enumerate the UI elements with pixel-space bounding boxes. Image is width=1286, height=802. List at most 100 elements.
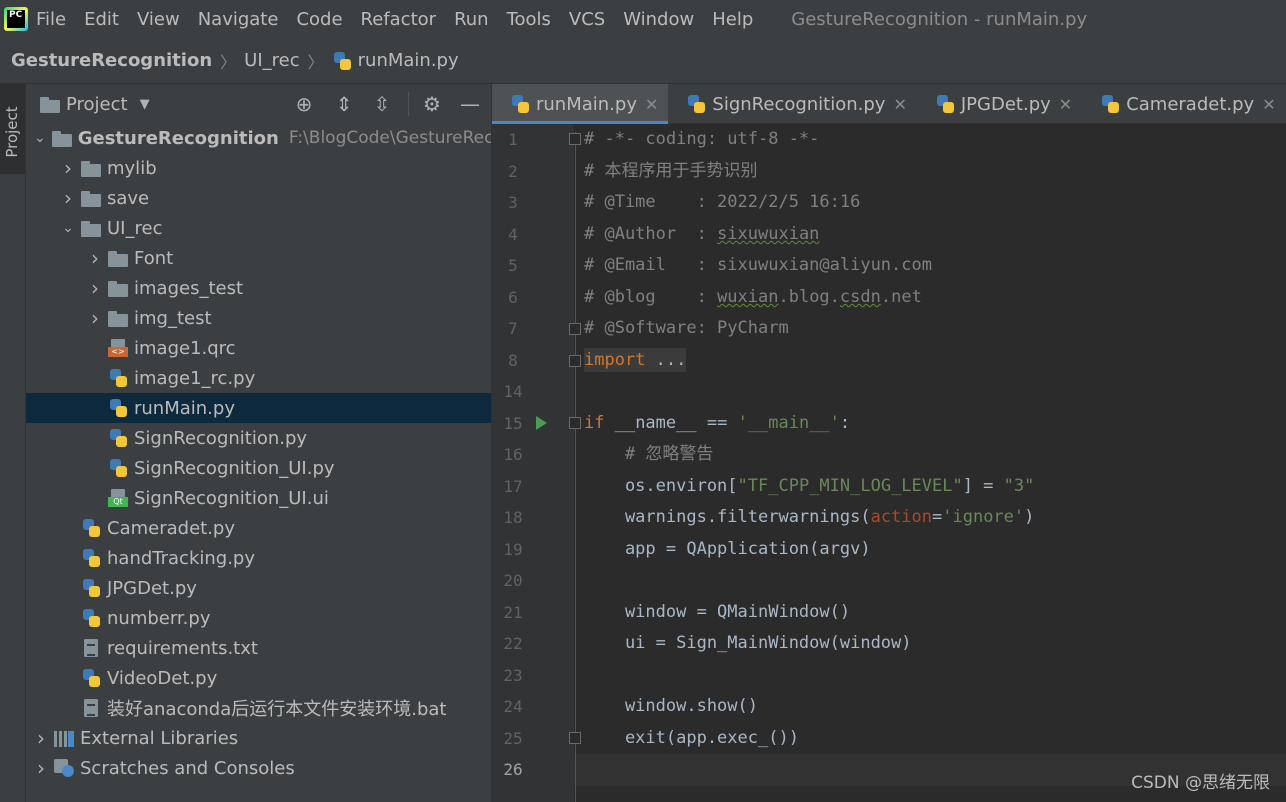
code-line-5: # @Email : sixuwuxian@aliyun.com	[584, 255, 932, 275]
python-file-icon	[935, 95, 955, 113]
fold-icon[interactable]	[569, 417, 581, 429]
close-icon[interactable]: ✕	[893, 95, 906, 114]
close-icon[interactable]: ✕	[645, 95, 658, 114]
tree-item[interactable]: › mylib	[26, 153, 491, 183]
code-line-24: window.show()	[584, 696, 758, 716]
chevron-down-icon[interactable]: ⌄	[34, 130, 46, 146]
tree-item-label: External Libraries	[80, 727, 239, 749]
chevron-right-icon[interactable]: ›	[34, 726, 48, 750]
hide-panel-icon[interactable]: —	[458, 92, 482, 116]
chevron-right-icon[interactable]: ›	[88, 276, 102, 300]
tab-jpgdet[interactable]: JPGDet.py ✕	[917, 84, 1082, 124]
folder-icon	[81, 159, 101, 177]
tree-item[interactable]: runMain.py	[26, 393, 491, 423]
python-icon	[108, 459, 128, 477]
chevron-right-icon[interactable]: ›	[88, 306, 102, 330]
close-icon[interactable]: ✕	[1059, 95, 1072, 114]
tab-label: SignRecognition.py	[712, 93, 886, 115]
menu-run[interactable]: Run	[454, 9, 489, 30]
menu-navigate[interactable]: Navigate	[198, 9, 279, 30]
tree-item[interactable]: VideoDet.py	[26, 663, 491, 693]
code-line-3: # @Time : 2022/2/5 16:16	[584, 192, 861, 212]
python-icon	[108, 399, 128, 417]
close-icon[interactable]: ✕	[1262, 95, 1275, 114]
tree-item-label: numberr.py	[107, 607, 211, 629]
tree-item[interactable]: handTracking.py	[26, 543, 491, 573]
python-icon	[108, 429, 128, 447]
tab-cameradet[interactable]: Cameradet.py ✕	[1082, 84, 1285, 124]
tree-item[interactable]: JPGDet.py	[26, 573, 491, 603]
tree-item[interactable]: › Scratches and Consoles	[26, 753, 491, 783]
chevron-down-icon[interactable]: ⌄	[61, 220, 75, 236]
toolbar-divider	[408, 92, 409, 116]
line-number: 2	[508, 162, 518, 181]
run-icon[interactable]	[536, 416, 547, 430]
breadcrumb-file[interactable]: runMain.py	[358, 50, 459, 71]
project-folder-icon	[40, 95, 60, 113]
chevron-right-icon[interactable]: ›	[88, 246, 102, 270]
tree-item[interactable]: › External Libraries	[26, 723, 491, 753]
menu-edit[interactable]: Edit	[84, 9, 119, 30]
menu-file[interactable]: File	[36, 9, 66, 30]
code-line-2: # 本程序用于手势识别	[584, 161, 758, 181]
fold-icon[interactable]	[569, 732, 581, 744]
chevron-right-icon[interactable]: ›	[61, 186, 75, 210]
tree-item-label: image1.qrc	[134, 337, 236, 359]
chevron-right-icon[interactable]: ›	[34, 756, 48, 780]
locate-file-icon[interactable]: ⊕	[292, 92, 316, 116]
tree-item[interactable]: SignRecognition.py	[26, 423, 491, 453]
tree-item[interactable]: numberr.py	[26, 603, 491, 633]
menu-vcs[interactable]: VCS	[569, 9, 605, 30]
gear-icon[interactable]: ⚙	[420, 92, 444, 116]
tree-item[interactable]: › img_test	[26, 303, 491, 333]
line-number: 19	[503, 540, 523, 559]
menu-tools[interactable]: Tools	[507, 9, 551, 30]
code-line-15: if __name__ == '__main__':	[584, 413, 851, 433]
tree-item[interactable]: › save	[26, 183, 491, 213]
code-line-1: # -*- coding: utf-8 -*-	[584, 129, 820, 149]
tree-item[interactable]: › images_test	[26, 273, 491, 303]
tree-item[interactable]: ⌄ UI_rec	[26, 213, 491, 243]
breadcrumb-folder[interactable]: UI_rec	[244, 50, 299, 71]
tree-item-label: SignRecognition_UI.py	[134, 457, 335, 479]
tree-item[interactable]: › Font	[26, 243, 491, 273]
tree-item[interactable]: image1_rc.py	[26, 363, 491, 393]
expand-all-icon[interactable]: ⇕	[332, 92, 356, 116]
project-tool-window-tab[interactable]: Project	[0, 84, 25, 174]
breadcrumb-project[interactable]: GestureRecognition	[11, 50, 212, 71]
tree-item[interactable]: ⌄ GestureRecognition F:\BlogCode\GestureRe…	[26, 123, 491, 153]
dropdown-arrow-icon[interactable]: ▼	[140, 97, 150, 112]
tree-item[interactable]: 装好anaconda后运行本文件安装环境.bat	[26, 693, 491, 723]
tree-item[interactable]: SignRecognition_UI.py	[26, 453, 491, 483]
project-view-selector[interactable]: Project	[66, 94, 128, 115]
chevron-right-icon[interactable]: ›	[61, 156, 75, 180]
python-file-icon	[1100, 95, 1120, 113]
menu-refactor[interactable]: Refactor	[361, 9, 437, 30]
python-file-icon	[686, 95, 706, 113]
folder-icon	[108, 249, 128, 267]
line-number: 6	[508, 288, 518, 307]
tree-item[interactable]: requirements.txt	[26, 633, 491, 663]
tab-signrecognition[interactable]: SignRecognition.py ✕	[668, 84, 916, 124]
code-line-25: exit(app.exec_())	[584, 728, 799, 748]
tab-label: JPGDet.py	[960, 93, 1051, 115]
code-line-8-folded-imports[interactable]: import ...	[584, 348, 687, 372]
collapse-all-icon[interactable]: ⇳	[370, 92, 394, 116]
menu-help[interactable]: Help	[712, 9, 753, 30]
editor-tab-bar: runMain.py ✕ SignRecognition.py ✕ JPGDet…	[492, 84, 1286, 124]
python-file-icon	[332, 51, 352, 70]
menu-view[interactable]: View	[137, 9, 180, 30]
line-number: 25	[503, 729, 523, 748]
code-line-7: # @Software: PyCharm	[584, 318, 789, 338]
python-icon	[81, 519, 101, 537]
menu-window[interactable]: Window	[623, 9, 694, 30]
fold-icon[interactable]	[569, 323, 581, 335]
fold-icon[interactable]	[569, 355, 581, 367]
line-number: 26	[503, 760, 523, 779]
tab-runmain[interactable]: runMain.py ✕	[492, 84, 669, 124]
fold-icon[interactable]	[569, 133, 581, 145]
tree-item[interactable]: SignRecognition_UI.ui	[26, 483, 491, 513]
tree-item[interactable]: image1.qrc	[26, 333, 491, 363]
tree-item[interactable]: Cameradet.py	[26, 513, 491, 543]
menu-code[interactable]: Code	[296, 9, 342, 30]
